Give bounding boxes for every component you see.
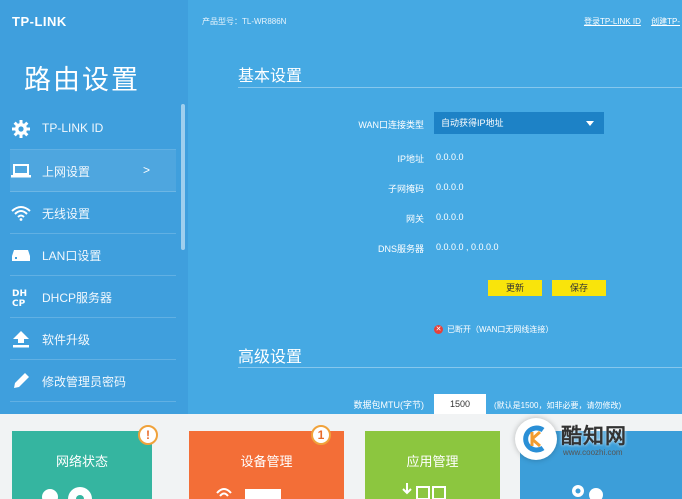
tp-link-logo: TP-LINK xyxy=(12,14,67,29)
lan-icon xyxy=(10,244,32,266)
connection-status: ✕ 已断开（WAN口无网线连接） xyxy=(434,324,553,335)
dns-value: 0.0.0.0 , 0.0.0.0 xyxy=(436,242,499,252)
sidebar-item-tp-link-id[interactable]: TP-LINK ID xyxy=(10,108,176,150)
watermark: 酷知网 www.coozhi.com xyxy=(505,408,655,470)
basic-settings-divider xyxy=(238,87,682,88)
wan-type-label: WAN口连接类型 xyxy=(358,120,424,130)
wan-type-select[interactable]: 自动获得IP地址 xyxy=(434,112,604,134)
network-status-card-title: 网络状态 xyxy=(55,454,108,469)
sidebar-title: 路由设置 xyxy=(24,65,140,95)
gateway-label: 网关 xyxy=(405,214,424,224)
advanced-settings-heading: 高级设置 xyxy=(238,349,303,366)
connection-status-text: 已断开（WAN口无网线连接） xyxy=(447,325,554,334)
sidebar-scrollbar[interactable] xyxy=(181,104,185,250)
disconnected-x-icon: ✕ xyxy=(434,325,443,334)
alert-badge: ! xyxy=(138,425,158,445)
pencil-icon xyxy=(10,370,32,392)
sidebar-item-lan[interactable]: LAN口设置 xyxy=(10,234,176,276)
gateway-value: 0.0.0.0 xyxy=(436,212,464,222)
main-panel: 产品型号：TL-WR886N 登录TP-LINK ID 创建TP- 基本设置 W… xyxy=(188,0,682,414)
app-management-card-title: 应用管理 xyxy=(406,454,459,469)
basic-settings-heading: 基本设置 xyxy=(238,68,303,85)
apps-icon xyxy=(402,483,446,499)
chevron-right-icon: > xyxy=(143,163,151,177)
gear-icon xyxy=(572,485,603,499)
sidebar-nav: TP-LINK ID 上网设置 > 无线设置 LAN口设置 DHCP DHCP xyxy=(0,108,176,402)
refresh-button[interactable]: 更新 xyxy=(488,280,542,296)
top-links: 登录TP-LINK ID 创建TP- xyxy=(576,16,680,27)
sidebar-item-label: DHCP服务器 xyxy=(42,291,113,305)
sidebar-item-label: TP-LINK ID xyxy=(42,121,104,135)
svg-text:DH: DH xyxy=(12,289,27,299)
watermark-url: www.coozhi.com xyxy=(563,448,623,457)
sidebar-item-firmware-upgrade[interactable]: 软件升级 xyxy=(10,318,176,360)
sidebar-item-label: 修改管理员密码 xyxy=(42,375,127,389)
devices-icon xyxy=(216,488,281,499)
mtu-input[interactable]: 1500 xyxy=(434,394,486,414)
upload-arrow-icon xyxy=(10,328,32,350)
subnet-mask-label: 子网掩码 xyxy=(387,184,424,194)
save-button[interactable]: 保存 xyxy=(552,280,606,296)
sidebar-item-label: 软件升级 xyxy=(42,333,91,347)
network-icon xyxy=(42,487,92,499)
watermark-logo xyxy=(515,418,557,460)
wifi-icon xyxy=(10,202,32,224)
sidebar-item-label: 上网设置 xyxy=(42,165,91,179)
network-status-card[interactable]: 网络状态 ! xyxy=(12,425,158,499)
sidebar-item-dhcp[interactable]: DH CP DHCP服务器 xyxy=(10,276,176,318)
gear-icon xyxy=(10,118,32,140)
svg-text:CP: CP xyxy=(12,299,26,307)
mtu-label: 数据包MTU(字节) xyxy=(353,400,425,410)
dhcp-icon: DH CP xyxy=(10,286,32,308)
device-count-badge: 1 xyxy=(311,425,331,445)
dns-label: DNS服务器 xyxy=(377,244,424,254)
sidebar-item-wireless[interactable]: 无线设置 xyxy=(10,192,176,234)
subnet-mask-value: 0.0.0.0 xyxy=(436,182,464,192)
ip-value: 0.0.0.0 xyxy=(436,152,464,162)
create-tp-link-id-link[interactable]: 创建TP- xyxy=(651,17,680,26)
app-management-card[interactable]: 应用管理 xyxy=(365,431,500,499)
device-management-card[interactable]: 设备管理 1 xyxy=(189,425,344,499)
sidebar: TP-LINK 路由设置 TP-LINK ID 上网设置 > 无线设置 LAN口… xyxy=(0,0,188,414)
sidebar-item-internet-settings[interactable]: 上网设置 > xyxy=(10,150,176,192)
login-tp-link-id-link[interactable]: 登录TP-LINK ID xyxy=(584,17,641,26)
device-management-card-title: 设备管理 xyxy=(240,454,293,469)
advanced-settings-divider xyxy=(238,367,682,368)
wan-type-value: 自动获得IP地址 xyxy=(441,118,504,128)
watermark-text: 酷知网 xyxy=(561,425,627,448)
chevron-down-icon xyxy=(586,121,594,126)
sidebar-item-change-password[interactable]: 修改管理员密码 xyxy=(10,360,176,402)
sidebar-item-label: LAN口设置 xyxy=(42,249,102,263)
ip-label: IP地址 xyxy=(397,154,424,164)
laptop-icon xyxy=(10,160,32,182)
product-model: 产品型号：TL-WR886N xyxy=(202,17,287,26)
sidebar-item-label: 无线设置 xyxy=(42,207,91,221)
